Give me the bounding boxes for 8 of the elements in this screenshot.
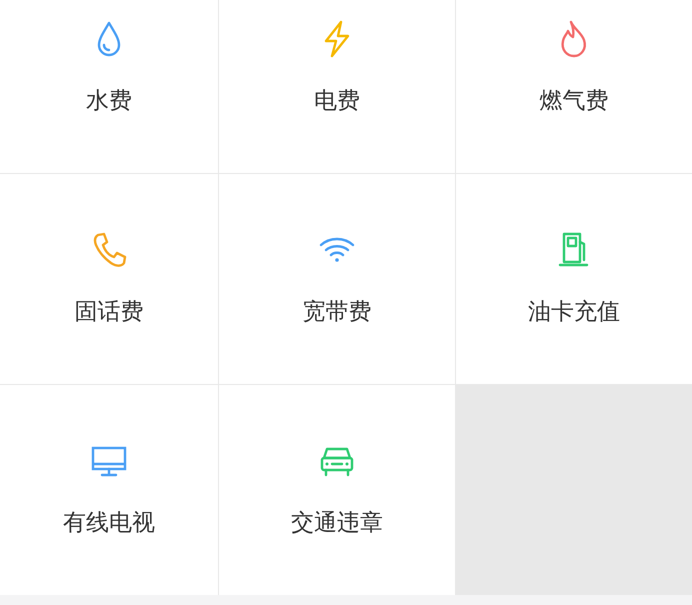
service-label[interactable]: 交通违章: [291, 507, 383, 538]
service-label[interactable]: 油卡充值: [528, 296, 620, 327]
service-label[interactable]: 固话费: [74, 296, 144, 327]
service-label[interactable]: 有线电视: [63, 507, 155, 538]
service-label[interactable]: 宽带费: [302, 296, 372, 327]
service-label[interactable]: 水费: [86, 85, 132, 116]
service-label[interactable]: 电费: [314, 85, 360, 116]
service-label[interactable]: 燃气费: [540, 85, 608, 116]
